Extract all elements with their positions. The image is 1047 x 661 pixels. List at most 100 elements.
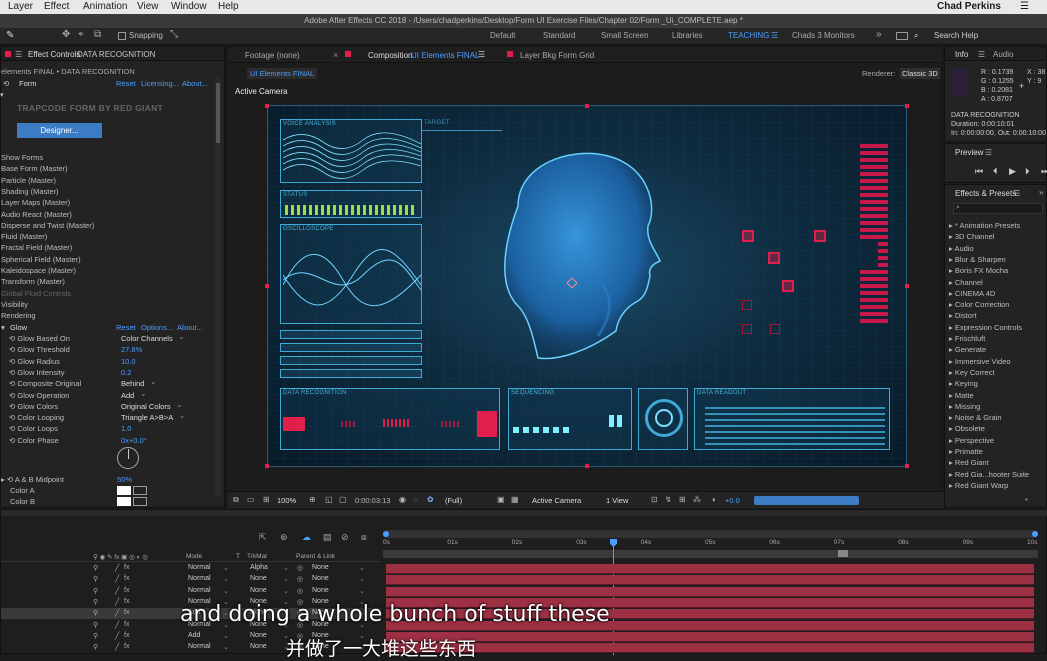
sync-icon[interactable]: [896, 32, 908, 40]
glow-prop-value[interactable]: 27.8%: [121, 345, 142, 354]
menu-help[interactable]: Help: [218, 1, 239, 12]
glow-reset-link[interactable]: Reset: [116, 323, 136, 332]
col-trkmat[interactable]: TrkMat: [247, 553, 267, 560]
comp-mini-flowchart-icon[interactable]: ⇱: [259, 532, 267, 543]
footage-tab[interactable]: Footage (none): [245, 51, 300, 60]
exposure-icon[interactable]: ◐: [712, 495, 717, 504]
timeline-icon[interactable]: ⊞: [679, 495, 686, 504]
glow-prop-value[interactable]: Add: [121, 389, 147, 400]
layer-mode[interactable]: Normal: [188, 587, 211, 594]
pin-icon[interactable]: ⌖: [78, 29, 84, 40]
renderer-select[interactable]: Classic 3D: [900, 68, 940, 79]
layer-duration-bar[interactable]: [386, 586, 1034, 597]
col-parent[interactable]: Parent & Link: [296, 553, 335, 560]
ab-midpoint-value[interactable]: 50%: [117, 475, 132, 484]
form-group-item[interactable]: Shading (Master): [1, 187, 59, 196]
shy-layers-icon[interactable]: ☁: [302, 532, 311, 543]
effects-category[interactable]: ▸ Distort: [949, 311, 977, 320]
show-channel-icon[interactable]: ◌: [413, 495, 418, 504]
frame-blending-icon[interactable]: ▤: [323, 532, 332, 543]
layer-tab[interactable]: Layer Bkg Form Grid: [520, 51, 594, 60]
glow-prop-value[interactable]: 10.0: [121, 357, 136, 366]
layer-mode[interactable]: Normal: [188, 564, 211, 571]
trkmat-dropdown-icon[interactable]: ⌄: [283, 587, 289, 595]
pickwhip-icon[interactable]: ◎: [297, 575, 303, 583]
effects-category[interactable]: ▸ 3D Channel: [949, 232, 994, 241]
form-group-item[interactable]: Fractal Field (Master): [1, 243, 72, 252]
effects-category[interactable]: ▸ * Animation Presets: [949, 221, 1020, 230]
audio-tab[interactable]: Audio: [993, 50, 1013, 59]
layer-handle[interactable]: [265, 284, 269, 288]
effects-category[interactable]: ▸ Red Giant Warp: [949, 481, 1008, 490]
effects-category[interactable]: ▸ Boris FX Mocha: [949, 266, 1008, 275]
stamp-icon[interactable]: ⧉: [94, 29, 101, 40]
effects-category[interactable]: ▸ Primatte: [949, 447, 983, 456]
workspace-teaching[interactable]: TEACHING: [728, 31, 769, 40]
shy-icon[interactable]: ⚲: [93, 564, 98, 572]
layer-handle[interactable]: [905, 284, 909, 288]
layer-handle[interactable]: [905, 464, 909, 468]
glow-options-link[interactable]: Options...: [141, 323, 173, 332]
form-twirl-icon[interactable]: ▾: [0, 91, 4, 99]
menu-effect[interactable]: Effect: [44, 1, 69, 12]
play-icon[interactable]: ▶: [1009, 166, 1016, 177]
layer-handle[interactable]: [585, 104, 589, 108]
color-b-eyedropper-icon[interactable]: [133, 497, 147, 506]
pin-tool-icon[interactable]: ✎: [6, 30, 14, 41]
current-time[interactable]: 0:00:03:13: [355, 496, 390, 505]
comp-tab-menu-icon[interactable]: ☰: [478, 50, 485, 59]
pickwhip-icon[interactable]: ◎: [297, 564, 303, 572]
pickwhip-icon[interactable]: ◎: [297, 587, 303, 595]
form-group-item[interactable]: Global Fluid Controls: [1, 289, 71, 298]
next-frame-icon[interactable]: ⏵: [1025, 166, 1030, 177]
navigator-start-handle[interactable]: [383, 531, 389, 537]
region-icon[interactable]: ▢: [339, 495, 347, 504]
layer-handle[interactable]: [265, 104, 269, 108]
parent-dropdown-icon[interactable]: ⌄: [359, 575, 365, 583]
effects-category[interactable]: ▸ Noise & Grain: [949, 413, 1002, 422]
menu-window[interactable]: Window: [171, 1, 207, 12]
effects-category[interactable]: ▸ CINEMA 4D: [949, 289, 995, 298]
effects-presets-tab[interactable]: Effects & Presets: [955, 189, 1016, 198]
form-effect-name[interactable]: Form: [19, 79, 37, 88]
form-group-item[interactable]: Particle (Master): [1, 176, 56, 185]
preview-tab[interactable]: Preview: [955, 148, 983, 157]
info-menu-icon[interactable]: ☰: [978, 50, 985, 59]
prev-frame-icon[interactable]: ⏴: [993, 166, 998, 177]
layer-trkmat[interactable]: Alpha: [250, 564, 268, 571]
flowchart-icon[interactable]: ⁂: [693, 495, 701, 504]
info-tab[interactable]: Info: [955, 50, 968, 59]
color-b-swatch[interactable]: [117, 497, 131, 506]
expand-icon[interactable]: »: [1039, 188, 1043, 197]
form-group-item[interactable]: Audio React (Master): [1, 210, 72, 219]
form-group-item[interactable]: Transform (Master): [1, 277, 65, 286]
panel-lock-icon[interactable]: ☰: [15, 50, 22, 59]
mode-dropdown-icon[interactable]: ⌄: [223, 564, 229, 572]
layer-trkmat[interactable]: None: [250, 575, 267, 582]
layer-duration-bar[interactable]: [386, 575, 1034, 586]
menu-view[interactable]: View: [137, 1, 159, 12]
layer-trkmat[interactable]: None: [250, 587, 267, 594]
effects-category[interactable]: ▸ Frischluft: [949, 334, 985, 343]
form-group-item[interactable]: Disperse and Twist (Master): [1, 221, 94, 230]
effects-category[interactable]: ▸ Immersive Video: [949, 357, 1011, 366]
layer-handle[interactable]: [905, 104, 909, 108]
close-tab-icon[interactable]: ×: [333, 50, 338, 60]
transparency-grid-icon[interactable]: ▦: [511, 495, 519, 504]
mode-dropdown-icon[interactable]: ⌄: [223, 587, 229, 595]
last-frame-icon[interactable]: ⏭: [1041, 166, 1047, 177]
effects-category[interactable]: ▸ Keying: [949, 379, 978, 388]
glow-prop-value[interactable]: Triangle A>B>A: [121, 411, 186, 422]
comp-viewer[interactable]: VOICE ANALYSIS TARGET STATUS OSCILLOSCOP…: [267, 105, 907, 467]
grid-icon[interactable]: ⊕: [309, 495, 316, 504]
glow-prop-value[interactable]: Behind: [121, 377, 157, 388]
effects-category[interactable]: ▸ Audio: [949, 244, 974, 253]
designer-button[interactable]: Designer...: [17, 123, 102, 138]
form-group-item[interactable]: Fluid (Master): [1, 232, 47, 241]
quality-icon[interactable]: ╱: [115, 587, 119, 595]
quality-icon[interactable]: ╱: [115, 575, 119, 583]
layer-parent[interactable]: None: [312, 587, 329, 594]
fx-switch-icon[interactable]: fx: [124, 587, 129, 594]
shy-icon[interactable]: ⚲: [93, 575, 98, 583]
first-frame-icon[interactable]: ⏮: [975, 166, 983, 177]
